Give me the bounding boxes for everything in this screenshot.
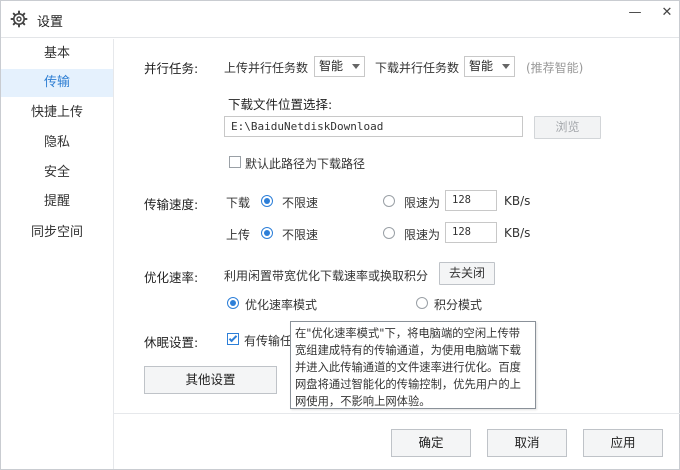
- upload-unlimited-radio[interactable]: [261, 227, 273, 239]
- download-path-field[interactable]: E:\BaiduNetdiskDownload: [224, 116, 523, 137]
- browse-button[interactable]: 浏览: [534, 116, 601, 139]
- sleep-section-label: 休眠设置:: [144, 335, 199, 350]
- upload-parallel-select[interactable]: 智能: [314, 56, 365, 77]
- chevron-down-icon: [352, 64, 360, 69]
- sidebar-item-transfer[interactable]: 传输: [1, 69, 113, 97]
- download-limit-label: 限速为: [404, 196, 441, 210]
- gear-icon: [10, 10, 28, 28]
- optimize-description: 利用闲置带宽优化下载速率或换取积分: [224, 269, 429, 283]
- download-unit-label: KB/s: [504, 194, 531, 208]
- sidebar-item-quick-upload[interactable]: 快捷上传: [1, 99, 113, 127]
- sidebar-item-basic[interactable]: 基本: [1, 40, 113, 68]
- ok-button[interactable]: 确定: [391, 429, 471, 457]
- other-settings-button[interactable]: 其他设置: [144, 366, 277, 394]
- optimize-tooltip: 在"优化速率模式"下，将电脑端的空闲上传带宽组建成特有的传输通道，为使用电脑端下…: [290, 321, 536, 409]
- sleep-checkbox[interactable]: [227, 333, 239, 345]
- default-path-checkbox[interactable]: [229, 156, 241, 168]
- upload-parallel-value: 智能: [319, 59, 344, 73]
- upload-limit-input[interactable]: 128: [445, 222, 497, 243]
- optimize-speed-mode-label: 优化速率模式: [245, 298, 318, 312]
- default-path-label: 默认此路径为下载路径: [245, 157, 366, 171]
- upload-unlimited-label: 不限速: [282, 228, 319, 242]
- window-title: 设置: [37, 15, 64, 30]
- minimize-button[interactable]: —: [623, 3, 647, 23]
- parallel-hint: (推荐智能): [526, 61, 584, 75]
- upload-unit-label: KB/s: [504, 226, 531, 240]
- download-parallel-label: 下载并行任务数: [375, 61, 460, 75]
- download-limit-input[interactable]: 128: [445, 190, 497, 211]
- download-unlimited-label: 不限速: [282, 196, 319, 210]
- close-button[interactable]: ✕: [655, 3, 679, 23]
- checkmark-icon: [228, 333, 238, 343]
- chevron-down-icon: [502, 64, 510, 69]
- optimize-section-label: 优化速率:: [144, 270, 199, 285]
- sidebar-item-security[interactable]: 安全: [1, 159, 113, 187]
- upload-limit-radio[interactable]: [383, 227, 395, 239]
- sidebar-item-reminder[interactable]: 提醒: [1, 188, 113, 216]
- sidebar: 基本 传输 快捷上传 隐私 安全 提醒 同步空间: [1, 39, 114, 469]
- points-mode-radio[interactable]: [416, 297, 428, 309]
- download-location-label: 下载文件位置选择:: [228, 97, 333, 112]
- optimize-close-button[interactable]: 去关闭: [439, 262, 495, 285]
- parallel-section-label: 并行任务:: [144, 61, 199, 76]
- footer-divider: [114, 413, 680, 414]
- download-parallel-value: 智能: [469, 59, 494, 73]
- speed-section-label: 传输速度:: [144, 197, 199, 212]
- download-limit-radio[interactable]: [383, 195, 395, 207]
- download-speed-label: 下载: [226, 196, 251, 210]
- upload-limit-label: 限速为: [404, 228, 441, 242]
- optimize-speed-mode-radio[interactable]: [227, 297, 239, 309]
- sleep-checkbox-label: 有传输任: [244, 334, 293, 348]
- cancel-button[interactable]: 取消: [487, 429, 567, 457]
- title-bar: 设置 — ✕: [1, 1, 679, 38]
- download-parallel-select[interactable]: 智能: [464, 56, 515, 77]
- download-unlimited-radio[interactable]: [261, 195, 273, 207]
- settings-window: 设置 — ✕ 基本 传输 快捷上传 隐私 安全 提醒 同步空间 并行任务: 上传…: [0, 0, 680, 470]
- sidebar-item-sync-space[interactable]: 同步空间: [1, 219, 113, 247]
- apply-button[interactable]: 应用: [583, 429, 663, 457]
- upload-parallel-label: 上传并行任务数: [224, 61, 309, 75]
- points-mode-label: 积分模式: [434, 298, 483, 312]
- upload-speed-label: 上传: [226, 228, 251, 242]
- sidebar-item-privacy[interactable]: 隐私: [1, 129, 113, 157]
